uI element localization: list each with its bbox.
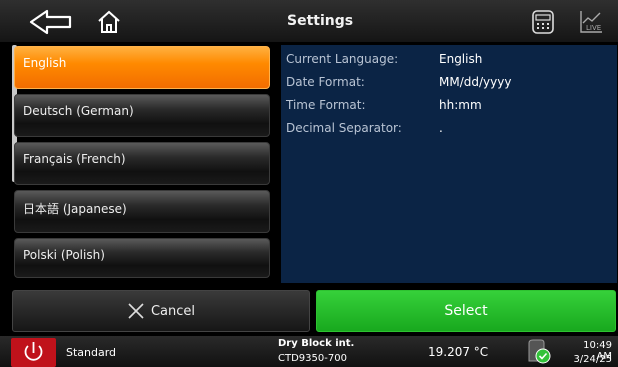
live-chart-button[interactable]: LIVE: [578, 9, 604, 35]
cancel-button[interactable]: Cancel: [12, 290, 310, 332]
info-value: hh:mm: [439, 98, 482, 112]
info-label: Decimal Separator:: [286, 121, 402, 135]
home-button[interactable]: [96, 8, 122, 36]
info-value: .: [439, 121, 443, 135]
power-button[interactable]: [11, 338, 56, 367]
language-item-label: 日本語 (Japanese): [23, 202, 127, 216]
language-item-german[interactable]: Deutsch (German): [14, 94, 270, 137]
back-button[interactable]: [28, 8, 76, 36]
temperature-readout: 19.207 °C: [428, 345, 489, 359]
instrument-ok-icon: [528, 339, 551, 364]
language-item-label: Deutsch (German): [23, 104, 134, 118]
select-button[interactable]: Select: [316, 290, 616, 332]
language-item-english[interactable]: English: [14, 46, 270, 89]
language-item-label: English: [23, 56, 67, 70]
device-model: CTD9350-700: [278, 353, 347, 364]
cancel-label: Cancel: [150, 303, 196, 319]
device-name: Dry Block int.: [278, 338, 355, 349]
language-info-panel: Current Language: English Date Format: M…: [281, 45, 617, 283]
info-value: MM/dd/yyyy: [439, 75, 512, 89]
instrument-status-button[interactable]: [525, 337, 553, 365]
language-item-japanese[interactable]: 日本語 (Japanese): [14, 190, 270, 233]
power-icon: [24, 342, 43, 361]
language-item-polish[interactable]: Polski (Polish): [14, 238, 270, 278]
mode-label: Standard: [66, 346, 117, 359]
live-chart-icon: LIVE: [580, 11, 602, 33]
info-label: Time Format:: [286, 98, 366, 112]
page-title: Settings: [287, 13, 354, 29]
info-label: Current Language:: [286, 52, 399, 66]
language-item-label: Polski (Polish): [23, 248, 105, 262]
close-icon: [128, 303, 144, 319]
calculator-icon: [532, 10, 554, 34]
live-label: LIVE: [586, 24, 601, 32]
back-arrow-icon: [29, 9, 72, 35]
calculator-button[interactable]: [531, 9, 555, 35]
home-icon: [98, 10, 120, 33]
info-value: English: [439, 52, 483, 66]
language-item-label: Français (French): [23, 152, 126, 166]
info-label: Date Format:: [286, 75, 365, 89]
language-item-french[interactable]: Français (French): [14, 142, 270, 185]
select-label: Select: [444, 303, 488, 319]
top-bar: Settings LIVE: [0, 0, 618, 43]
clock-date: 3/24/25: [573, 354, 612, 365]
